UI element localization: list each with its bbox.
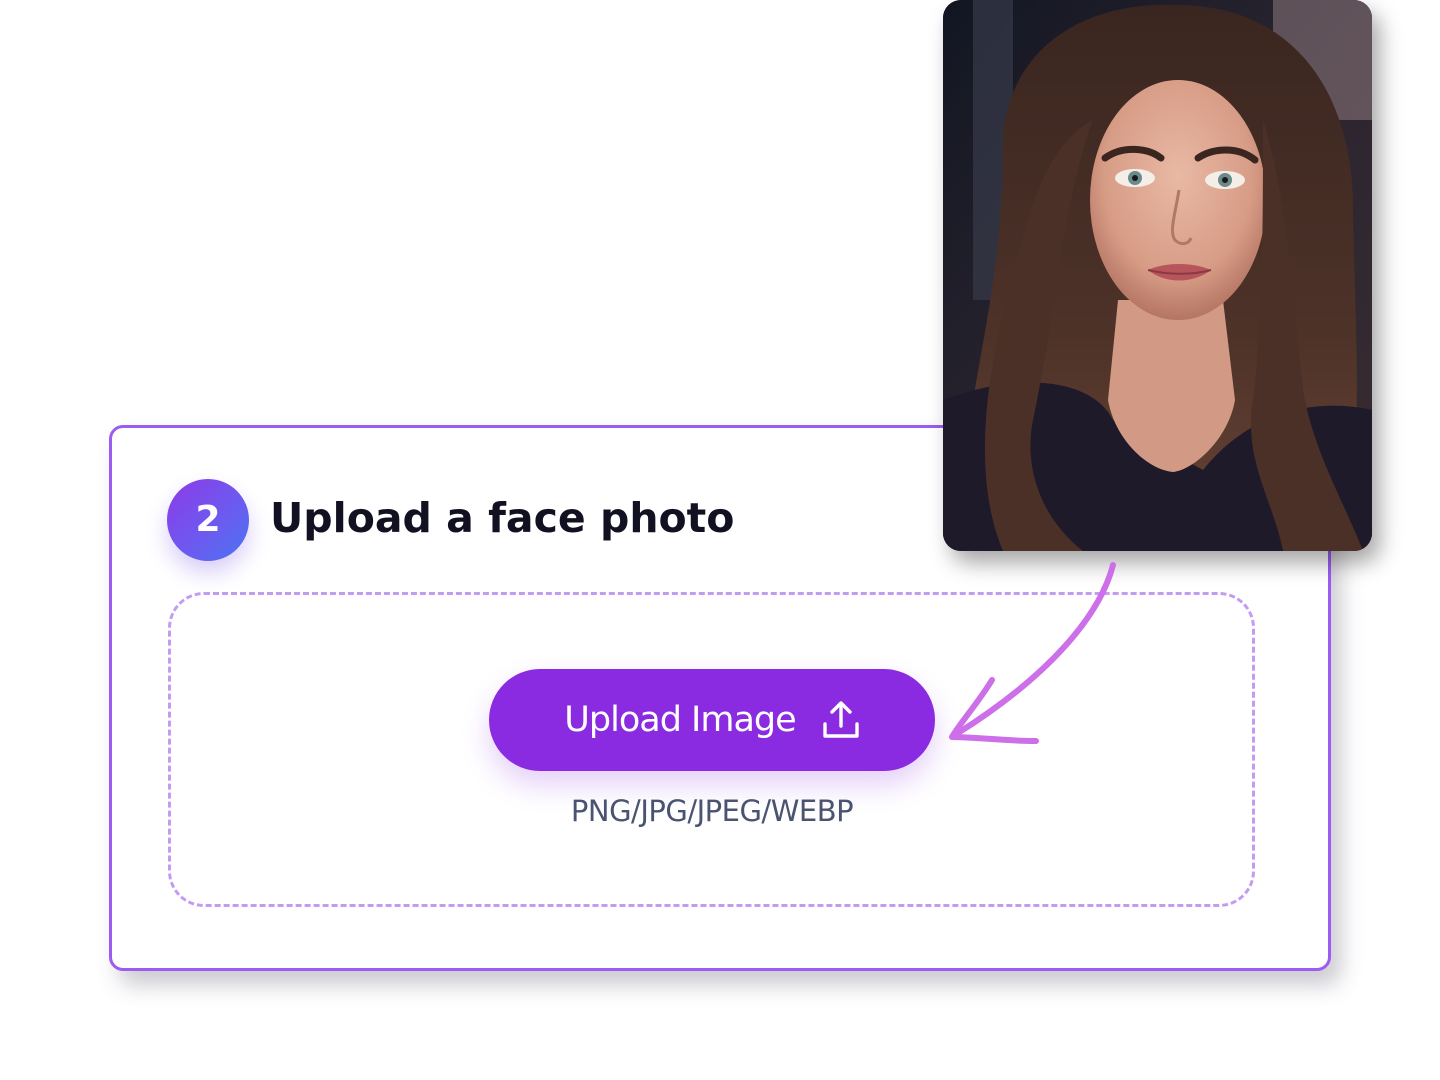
face-photo-preview [943,0,1372,551]
upload-step-illustration: 2 Upload a face photo Upload Image PNG/J… [0,0,1440,1080]
upload-icon [822,701,859,738]
pointer-arrow [949,562,1116,744]
step-title: Upload a face photo [270,494,735,542]
supported-formats: PNG/JPG/JPEG/WEBP [570,794,854,828]
step-number: 2 [195,499,221,540]
face-photo [943,0,1372,551]
step-number-badge: 2 [167,479,249,561]
upload-image-button[interactable]: Upload Image [489,669,935,771]
upload-button-label: Upload Image [564,699,796,740]
